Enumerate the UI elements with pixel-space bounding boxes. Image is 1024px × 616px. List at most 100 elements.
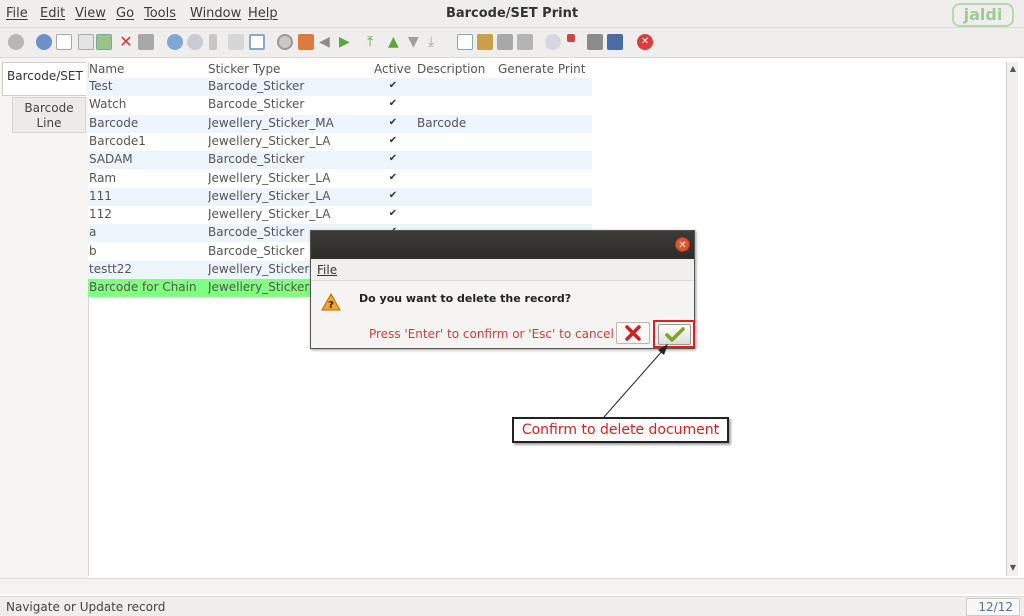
- zoom-icon[interactable]: [545, 34, 561, 50]
- table-row[interactable]: Barcode1 Jewellery_Sticker_LA ✔: [88, 132, 592, 151]
- cell-sticker-type[interactable]: Jewellery_Sticker_LA: [208, 134, 348, 148]
- status-bar: Navigate or Update record 12/12: [0, 596, 1024, 616]
- dialog-titlebar[interactable]: ✕: [311, 231, 694, 259]
- save-icon[interactable]: [96, 34, 112, 50]
- brand-logo: jaldi: [952, 3, 1014, 27]
- delete-selection-icon[interactable]: [138, 34, 154, 50]
- menu-bar: File Edit View Go Tools Window Help Barc…: [0, 0, 1024, 28]
- help-icon[interactable]: [36, 34, 52, 50]
- cell-sticker-type[interactable]: Jewellery_Sticker_LA: [208, 189, 348, 203]
- home-icon[interactable]: [298, 34, 314, 50]
- dialog-menu-file[interactable]: File: [317, 263, 337, 277]
- cell-name[interactable]: 112: [89, 207, 205, 221]
- check-icon: [665, 327, 685, 342]
- arrow-left-icon[interactable]: ◀: [319, 34, 335, 50]
- cell-name[interactable]: Barcode1: [89, 134, 205, 148]
- previous-record-icon[interactable]: ▲: [388, 34, 404, 50]
- column-header-description[interactable]: Description: [417, 62, 485, 78]
- request-icon[interactable]: [587, 34, 603, 50]
- table-row[interactable]: Watch Barcode_Sticker ✔: [88, 96, 592, 115]
- cell-name[interactable]: Barcode for Chain: [89, 280, 205, 294]
- cell-sticker-type[interactable]: Jewellery_Sticker_LA: [208, 171, 348, 185]
- warning-icon: ?: [321, 293, 341, 311]
- refresh-icon[interactable]: [167, 34, 183, 50]
- ok-button[interactable]: [658, 324, 691, 345]
- cell-sticker-type[interactable]: Jewellery_Sticker_MA: [208, 116, 348, 130]
- table-row[interactable]: Ram Jewellery_Sticker_LA ✔: [88, 169, 592, 188]
- active-checkbox[interactable]: ✔: [388, 172, 398, 183]
- svg-text:?: ?: [328, 300, 334, 311]
- toolbar: ✕ ◀ ▶ ⤒ ▲ ▼ ⤓ ✕: [0, 28, 1024, 58]
- home-record-icon[interactable]: [277, 34, 293, 50]
- next-record-icon[interactable]: ▼: [408, 34, 424, 50]
- cell-sticker-type[interactable]: Barcode_Sticker: [208, 79, 348, 93]
- chat-icon[interactable]: [228, 34, 244, 50]
- product-info-icon[interactable]: [607, 34, 623, 50]
- delete-confirm-dialog: ✕ File ? Do you want to delete the recor…: [310, 230, 695, 349]
- attachment-icon[interactable]: [209, 34, 217, 50]
- cell-sticker-type[interactable]: Barcode_Sticker: [208, 152, 348, 166]
- tab-panel: [0, 58, 88, 578]
- arrow-right-icon[interactable]: ▶: [339, 34, 355, 50]
- active-checkbox[interactable]: ✔: [388, 135, 398, 146]
- last-record-icon[interactable]: ⤓: [428, 34, 444, 50]
- dialog-question: Do you want to delete the record?: [359, 292, 572, 305]
- cell-name[interactable]: Barcode: [89, 116, 205, 130]
- report-icon[interactable]: [457, 34, 473, 50]
- active-checkbox[interactable]: ✔: [388, 209, 398, 219]
- tab-barcode-line[interactable]: Barcode Line: [12, 97, 86, 133]
- info-line: [0, 578, 1024, 594]
- find-icon[interactable]: [187, 34, 203, 50]
- cell-name[interactable]: SADAM: [89, 152, 205, 166]
- cell-sticker-type[interactable]: Jewellery_Sticker_LA: [208, 207, 348, 221]
- vertical-scrollbar[interactable]: ▲ ▼: [1006, 62, 1018, 576]
- active-checkbox[interactable]: ✔: [388, 190, 398, 201]
- status-text: Navigate or Update record: [6, 600, 166, 614]
- new-record-icon[interactable]: [56, 34, 72, 50]
- cell-name[interactable]: testt22: [89, 262, 205, 276]
- active-checkbox[interactable]: ✔: [388, 117, 398, 128]
- active-checkbox[interactable]: ✔: [388, 99, 398, 109]
- cell-name[interactable]: Test: [89, 79, 205, 93]
- dialog-menu-bar: File: [311, 259, 694, 281]
- column-header-sticker-type[interactable]: Sticker Type: [208, 62, 280, 78]
- first-record-icon[interactable]: ⤒: [367, 34, 383, 50]
- column-header-generate-print[interactable]: Generate Print: [498, 62, 585, 78]
- table-row[interactable]: SADAM Barcode_Sticker ✔: [88, 151, 592, 170]
- archive-icon[interactable]: [477, 34, 493, 50]
- annotation-callout: Confirm to delete document: [512, 417, 729, 443]
- cancel-button[interactable]: [616, 322, 650, 344]
- cell-description[interactable]: Barcode: [417, 116, 497, 130]
- column-header-active[interactable]: Active: [374, 62, 411, 78]
- column-header-name[interactable]: Name: [89, 62, 124, 78]
- cell-name[interactable]: Ram: [89, 171, 205, 185]
- dialog-hint: Press 'Enter' to confirm or 'Esc' to can…: [369, 327, 614, 341]
- active-checkbox[interactable]: ✔: [388, 154, 398, 164]
- cell-name[interactable]: b: [89, 244, 205, 258]
- exit-icon[interactable]: ✕: [637, 34, 653, 50]
- delete-icon[interactable]: ✕: [118, 34, 134, 50]
- scroll-down-icon[interactable]: ▼: [1007, 562, 1019, 574]
- window-title: Barcode/SET Print: [445, 6, 579, 21]
- x-icon: [625, 325, 641, 341]
- table-row[interactable]: 112 Jewellery_Sticker_LA ✔: [88, 206, 592, 225]
- cell-name[interactable]: Watch: [89, 97, 205, 111]
- cell-sticker-type[interactable]: Barcode_Sticker: [208, 97, 348, 111]
- close-icon[interactable]: ✕: [675, 237, 690, 252]
- print-icon[interactable]: [517, 34, 533, 50]
- tab-barcode-set[interactable]: Barcode/SET: [2, 62, 86, 96]
- cell-name[interactable]: a: [89, 225, 205, 239]
- workflow-icon[interactable]: [567, 34, 575, 42]
- scroll-up-icon[interactable]: ▲: [1007, 63, 1019, 75]
- copy-record-icon[interactable]: [78, 34, 94, 50]
- print-preview-icon[interactable]: [497, 34, 513, 50]
- table-row[interactable]: 111 Jewellery_Sticker_LA ✔: [88, 187, 592, 206]
- undo-icon[interactable]: [8, 34, 24, 50]
- record-count[interactable]: 12/12: [966, 598, 1020, 616]
- table-row[interactable]: Test Barcode_Sticker ✔: [88, 78, 592, 96]
- table-row[interactable]: Barcode Jewellery_Sticker_MA ✔ Barcode: [88, 114, 592, 133]
- cell-name[interactable]: 111: [89, 189, 205, 203]
- active-checkbox[interactable]: ✔: [388, 81, 398, 91]
- grid-toggle-icon[interactable]: [249, 34, 265, 50]
- confirm-highlight: [653, 320, 695, 348]
